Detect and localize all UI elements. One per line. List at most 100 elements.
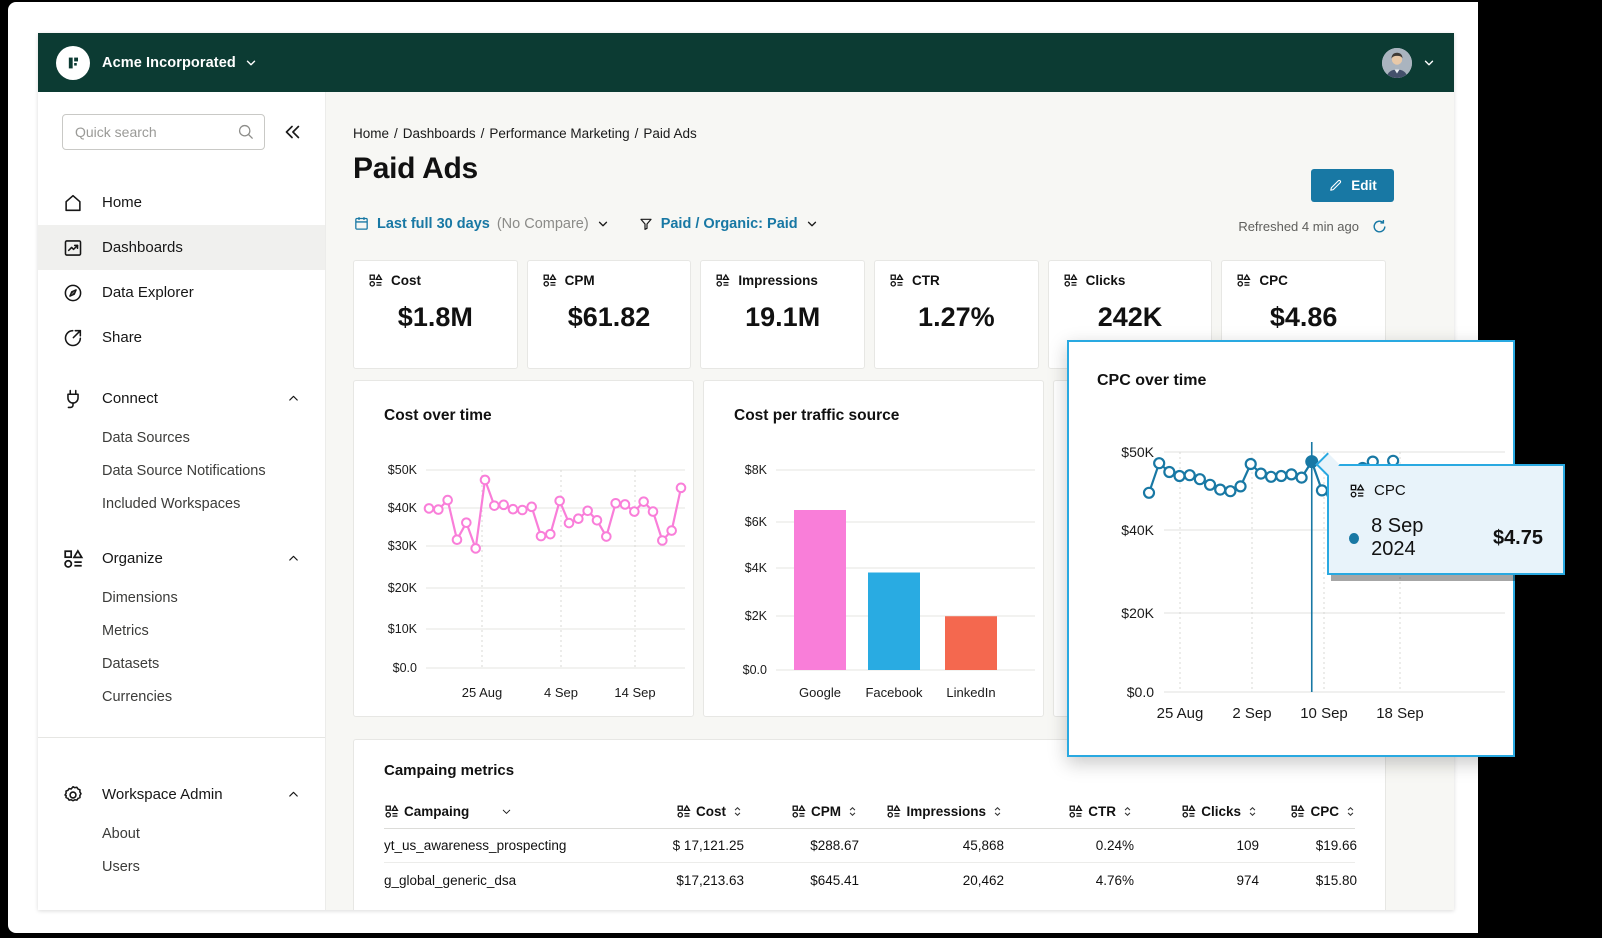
metric-shapes-icon [1181,804,1196,819]
campaign-metrics-card: Campaing metrics Campaing Cost CPM Impre… [353,739,1386,910]
svg-text:Facebook: Facebook [865,685,923,700]
tooltip-date: 8 Sep 2024 [1371,515,1465,561]
cell-campaign-name: yt_us_awareness_prospecting [384,838,624,853]
svg-text:$20K: $20K [388,581,418,595]
sidebar-item-label: Dashboards [102,239,301,256]
metric-shapes-icon [384,804,399,819]
column-label: Campaing [404,804,469,819]
sidebar: Home Dashboards Data Explorer Share Conn… [38,92,326,910]
calendar-icon [353,215,370,232]
org-switcher-label[interactable]: Acme Incorporated [102,55,236,71]
sidebar-subitem-metrics[interactable]: Metrics [38,614,325,647]
share-icon [62,327,84,349]
segment-filter-label: Paid / Organic: Paid [661,216,798,232]
svg-text:$20K: $20K [1121,605,1154,621]
compass-icon [62,282,84,304]
column-header-cpm[interactable]: CPM [744,804,859,819]
kpi-label: Cost [391,273,421,288]
column-header-campaing[interactable]: Campaing [384,804,624,819]
svg-text:4 Sep: 4 Sep [544,685,578,700]
breadcrumb-item[interactable]: Home [353,126,389,141]
cell-value: 974 [1134,873,1259,888]
refresh-icon[interactable] [1371,218,1388,235]
double-chevron-left-icon[interactable] [279,119,305,145]
kpi-card-ctr: CTR 1.27% [874,260,1039,369]
sidebar-item-label: Home [102,194,301,211]
column-header-ctr[interactable]: CTR [1004,804,1134,819]
svg-text:$6K: $6K [745,515,768,529]
sort-icon [1344,805,1357,818]
sidebar-item-home[interactable]: Home [38,180,325,225]
column-header-clicks[interactable]: Clicks [1134,804,1259,819]
top-bar: Acme Incorporated [38,33,1454,92]
sidebar-item-share[interactable]: Share [38,315,325,360]
table-header-row: Campaing Cost CPM Impressions CTR Clicks… [384,795,1355,829]
cell-value: 4.76% [1004,873,1134,888]
sidebar-item-dashboards[interactable]: Dashboards [38,225,325,270]
metric-shapes-icon [542,273,557,288]
sidebar-subitem-users[interactable]: Users [38,850,325,883]
user-avatar[interactable] [1382,48,1412,78]
metric-shapes-icon [1063,273,1078,288]
kpi-label: CPC [1259,273,1288,288]
funnel-logo-icon [56,46,90,80]
table-title: Campaing metrics [384,762,1355,779]
chevron-down-icon [805,217,819,231]
sidebar-divider [38,737,325,738]
chevron-up-icon [286,787,301,802]
edit-button[interactable]: Edit [1311,169,1394,202]
chevron-up-icon [286,391,301,406]
kpi-card-cost: Cost $1.8M [353,260,518,369]
chevron-up-icon [286,551,301,566]
svg-text:$0.0: $0.0 [743,663,767,677]
sidebar-subitem-datasets[interactable]: Datasets [38,647,325,680]
metric-shapes-icon [889,273,904,288]
segment-filter[interactable]: Paid / Organic: Paid [638,216,819,232]
sidebar-subitem-data-source-notifications[interactable]: Data Source Notifications [38,454,325,487]
refreshed-status: Refreshed 4 min ago [1238,219,1359,234]
sidebar-item-data-explorer[interactable]: Data Explorer [38,270,325,315]
sidebar-subitem-included-workspaces[interactable]: Included Workspaces [38,487,325,520]
sidebar-item-organize[interactable]: Organize [38,536,325,581]
table-row[interactable]: g_global_generic_dsa$17,213.63$645.4120,… [384,863,1355,897]
sidebar-item-label: Connect [102,390,268,407]
sidebar-subitem-data-sources[interactable]: Data Sources [38,421,325,454]
sidebar-subitem-currencies[interactable]: Currencies [38,680,325,713]
breadcrumb-item[interactable]: Performance Marketing [489,126,629,141]
metric-shapes-icon [1068,804,1083,819]
chevron-down-icon[interactable] [244,56,258,70]
metric-shapes-icon [886,804,901,819]
sidebar-item-label: Data Explorer [102,284,301,301]
cell-value: $19.66 [1259,838,1357,853]
kpi-value: 19.1M [715,302,850,333]
date-range-filter[interactable]: Last full 30 days (No Compare) [353,215,610,232]
metric-shapes-icon [368,273,383,288]
sidebar-subitem-about[interactable]: About [38,817,325,850]
kpi-value: $4.86 [1236,302,1371,333]
cell-value: $645.41 [744,873,859,888]
cpc-tooltip: CPC 8 Sep 2024 $4.75 [1327,464,1565,575]
cell-campaign-name: g_global_generic_dsa [384,873,624,888]
chevron-down-icon[interactable] [1422,56,1436,70]
column-header-impressions[interactable]: Impressions [859,804,1004,819]
pencil-icon [1328,178,1343,193]
cell-value: $15.80 [1259,873,1357,888]
breadcrumb-item[interactable]: Paid Ads [643,126,696,141]
svg-text:$30K: $30K [388,539,418,553]
column-header-cost[interactable]: Cost [624,804,744,819]
tooltip-metric-label: CPC [1374,482,1406,499]
column-label: Clicks [1201,804,1241,819]
svg-text:$50K: $50K [1121,444,1154,460]
home-icon [62,192,84,214]
edit-button-label: Edit [1351,178,1377,193]
sidebar-item-connect[interactable]: Connect [38,376,325,421]
kpi-value: $61.82 [542,302,677,333]
sidebar-subitem-dimensions[interactable]: Dimensions [38,581,325,614]
sidebar-item-workspace-admin[interactable]: Workspace Admin [38,772,325,817]
breadcrumb-item[interactable]: Dashboards [403,126,476,141]
column-header-cpc[interactable]: CPC [1259,804,1357,819]
svg-text:Google: Google [799,685,841,700]
search-input[interactable] [62,114,265,150]
cell-value: 20,462 [859,873,1004,888]
table-row[interactable]: yt_us_awareness_prospecting$ 17,121.25$2… [384,829,1355,863]
